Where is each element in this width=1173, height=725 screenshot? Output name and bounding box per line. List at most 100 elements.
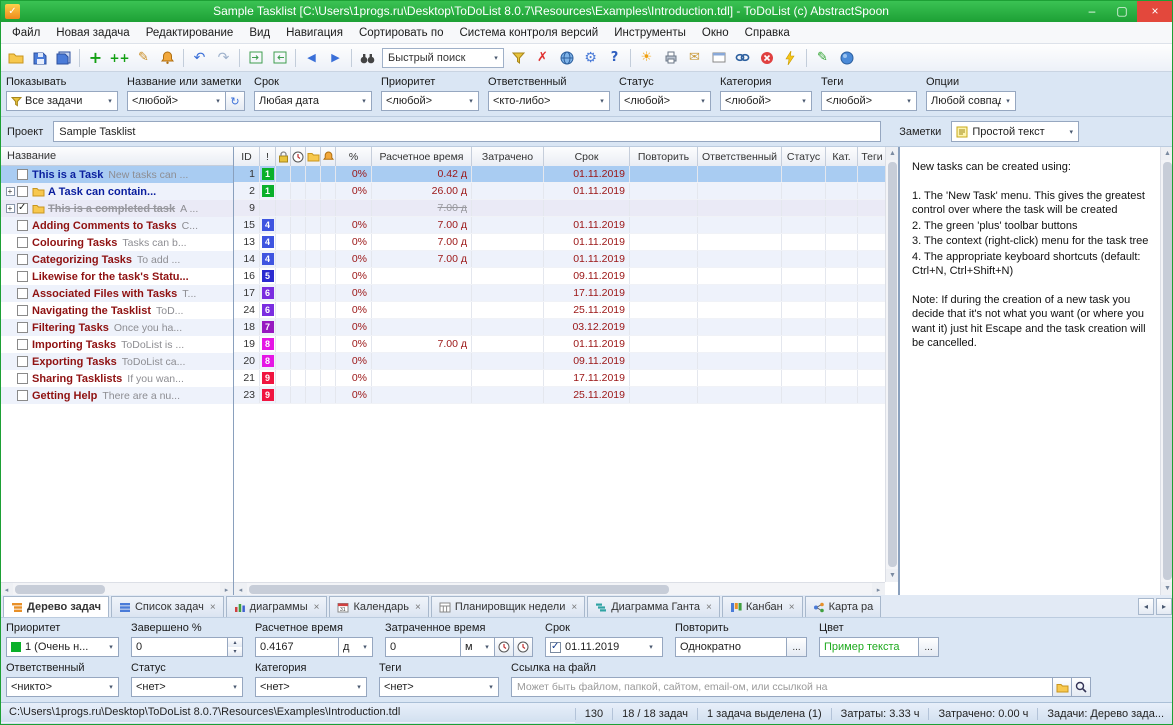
timer-button[interactable] (779, 47, 802, 69)
styles-button[interactable] (555, 47, 578, 69)
help-button[interactable]: ? (603, 47, 626, 69)
task-checkbox[interactable] (17, 288, 28, 299)
task-grid-row[interactable]: 97.00 д (234, 200, 887, 217)
task-grid-row[interactable]: 1540%7.00 д01.11.2019 (234, 217, 887, 234)
save-button[interactable] (28, 47, 51, 69)
tab-calendar[interactable]: 31Календарь× (329, 596, 428, 617)
percent-field-input[interactable]: 0 (131, 637, 228, 657)
task-checkbox[interactable] (17, 390, 28, 401)
maximize-button[interactable]: ▢ (1107, 0, 1137, 22)
task-grid-row[interactable]: 210%26.00 д01.11.2019 (234, 183, 887, 200)
close-tab-icon[interactable]: × (706, 602, 712, 613)
task-grid-row[interactable]: 2390%25.11.2019 (234, 387, 887, 404)
task-grid-row[interactable]: 110%0.42 д01.11.2019 (234, 166, 887, 183)
column-header-recurrence[interactable]: Повторить (630, 147, 698, 166)
category-field-combo[interactable]: <нет>▾ (255, 677, 367, 697)
browse-file-button[interactable] (1053, 677, 1072, 697)
weblink-button[interactable] (731, 47, 754, 69)
email-button[interactable]: ✉ (683, 47, 706, 69)
spin-down-icon[interactable]: ▾ (228, 647, 242, 656)
task-tree-row[interactable]: +A Task can contain... (0, 183, 233, 200)
close-tab-icon[interactable]: × (210, 602, 216, 613)
tree-horizontal-scrollbar[interactable]: ◂ ▸ (0, 582, 233, 595)
close-tab-icon[interactable]: × (314, 602, 320, 613)
scroll-down-icon[interactable]: ▼ (886, 569, 899, 582)
task-grid-row[interactable]: 2460%25.11.2019 (234, 302, 887, 319)
task-grid-row[interactable]: 1440%7.00 д01.11.2019 (234, 251, 887, 268)
refresh-button[interactable]: ↻ (226, 91, 245, 111)
scroll-right-icon[interactable]: ▸ (220, 583, 233, 595)
filter-due-combo[interactable]: Любая дата▾ (254, 91, 372, 111)
task-tree-row[interactable]: Navigating the TasklistToD... (0, 302, 233, 319)
delete-task-button[interactable] (755, 47, 778, 69)
edit-task-button[interactable]: ✎ (132, 47, 155, 69)
close-button[interactable]: × (1137, 0, 1173, 22)
task-checkbox[interactable] (17, 186, 28, 197)
task-checkbox[interactable] (17, 254, 28, 265)
track-time-button[interactable] (495, 637, 514, 657)
column-header-filelink[interactable] (306, 147, 321, 166)
menu-navigation[interactable]: Навигация (278, 24, 351, 42)
recurrence-field-more-button[interactable]: ... (787, 637, 807, 657)
filelink-field-input[interactable] (511, 677, 1053, 697)
reminder-button[interactable] (156, 47, 179, 69)
filter-tags-combo[interactable]: <любой>▾ (821, 91, 917, 111)
sync-button[interactable] (835, 47, 858, 69)
tags-field-combo[interactable]: <нет>▾ (379, 677, 499, 697)
tabs-scroll-right-icon[interactable]: ▸ (1156, 598, 1172, 615)
spin-up-icon[interactable]: ▴ (228, 638, 242, 647)
filter-options-combo[interactable]: Любой совпад...▾ (926, 91, 1016, 111)
print-button[interactable] (659, 47, 682, 69)
project-input[interactable] (53, 121, 881, 142)
task-checkbox[interactable] (17, 356, 28, 367)
filter-assignee-combo[interactable]: <кто-либо>▾ (488, 91, 610, 111)
tab-task-list[interactable]: Список задач× (111, 596, 224, 617)
spent-field-unit-combo[interactable]: м▾ (461, 637, 495, 657)
task-grid-row[interactable]: 1760%17.11.2019 (234, 285, 887, 302)
scroll-left-icon[interactable]: ◂ (234, 583, 247, 595)
tab-week-planner[interactable]: Планировщик недели× (431, 596, 585, 617)
column-header-lock[interactable] (276, 147, 291, 166)
add-time-button[interactable] (514, 637, 533, 657)
filter-button[interactable] (507, 47, 530, 69)
column-header-due[interactable]: Срок (544, 147, 630, 166)
task-checkbox[interactable] (17, 237, 28, 248)
task-checkbox[interactable] (17, 373, 28, 384)
column-header-category[interactable]: Кат. (826, 147, 858, 166)
scroll-thumb[interactable] (888, 162, 897, 567)
column-header-tags[interactable]: Теги (858, 147, 887, 166)
menu-view[interactable]: Вид (241, 24, 278, 42)
status-field-combo[interactable]: <нет>▾ (131, 677, 243, 697)
menu-help[interactable]: Справка (737, 24, 798, 42)
new-subtask-button[interactable]: ++ (108, 47, 131, 69)
addressbook-button[interactable] (707, 47, 730, 69)
maximize-comments-button[interactable] (268, 47, 291, 69)
assignee-field-combo[interactable]: <никто>▾ (6, 677, 119, 697)
task-tree-row[interactable]: Exporting TasksToDoList ca... (0, 353, 233, 370)
open-button[interactable] (4, 47, 27, 69)
grid-horizontal-scrollbar[interactable]: ◂ ▸ (234, 582, 885, 595)
tree-column-header[interactable]: Название (0, 147, 233, 166)
task-tree-row[interactable]: Categorizing TasksTo add ... (0, 251, 233, 268)
task-tree-row[interactable]: Associated Files with TasksT... (0, 285, 233, 302)
column-header-priority[interactable]: ! (260, 147, 276, 166)
task-tree-row[interactable]: +This is a completed taskA ... (0, 200, 233, 217)
scroll-left-icon[interactable]: ◂ (0, 583, 13, 595)
filter-show-combo[interactable]: Все задачи▾ (6, 91, 118, 111)
estimate-field-input[interactable]: 0.4167 (255, 637, 339, 657)
tab-gantt[interactable]: Диаграмма Ганта× (587, 596, 720, 617)
menu-new-task[interactable]: Новая задача (48, 24, 137, 42)
close-tab-icon[interactable]: × (415, 602, 421, 613)
scroll-up-icon[interactable]: ▲ (886, 147, 899, 160)
priority-field-combo[interactable]: 1 (Очень н...▾ (6, 637, 119, 657)
quick-search-input[interactable]: Быстрый поиск▾ (382, 48, 504, 68)
close-tab-icon[interactable]: × (571, 602, 577, 613)
minimize-button[interactable]: – (1077, 0, 1107, 22)
task-tree-row[interactable]: Likewise for the task's Statu... (0, 268, 233, 285)
tab-mind-map[interactable]: Карта ра (805, 596, 882, 617)
menu-window[interactable]: Окно (694, 24, 737, 42)
filter-title-combo[interactable]: <любой>▾ (127, 91, 226, 111)
column-header-percent[interactable]: % (336, 147, 372, 166)
expand-icon[interactable]: + (6, 204, 15, 213)
filter-status-combo[interactable]: <любой>▾ (619, 91, 711, 111)
